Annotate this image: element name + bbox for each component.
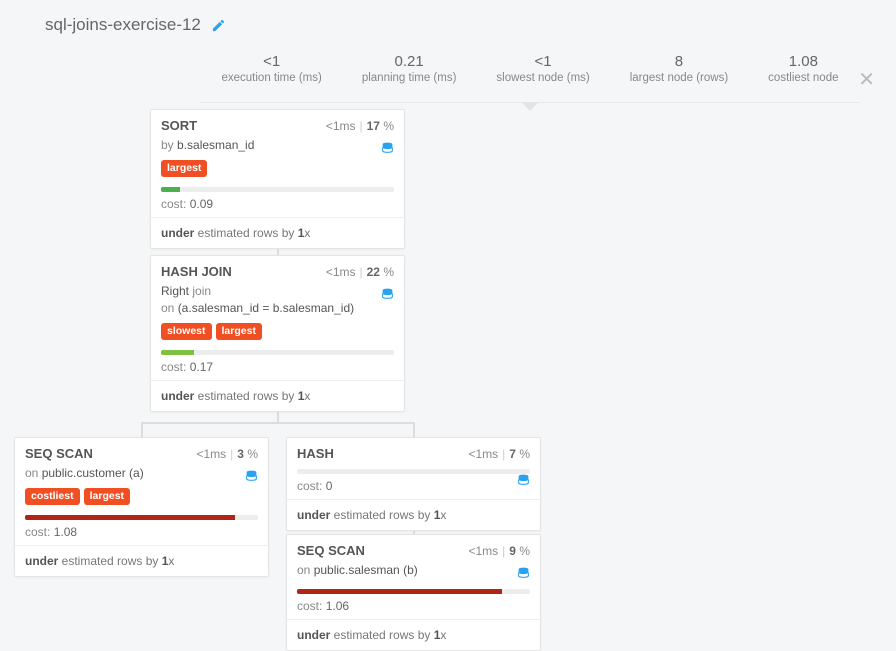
cost-bar [161, 350, 394, 355]
node-desc: Right join on (a.salesman_id = b.salesma… [161, 283, 394, 317]
node-desc: by b.salesman_id [161, 137, 394, 154]
stat-largest-node: 8 largest node (rows) [630, 53, 728, 84]
cost-bar [297, 589, 530, 594]
node-desc: on public.customer (a) [25, 465, 258, 482]
connector [413, 422, 415, 438]
page-header: sql-joins-exercise-12 [0, 0, 896, 45]
node-op: HASH [297, 446, 334, 461]
database-icon [381, 287, 394, 301]
stat-costliest-node: 1.08 costliest node [768, 53, 838, 84]
plan-node-hash[interactable]: HASH <1ms|7 % cost: 0 under estimated ro… [286, 437, 541, 531]
cost-row: cost: 1.06 [297, 599, 530, 613]
node-op: HASH JOIN [161, 264, 232, 279]
stat-planning-time: 0.21 planning time (ms) [362, 53, 457, 84]
node-foot: under estimated rows by 1x [287, 619, 540, 650]
cost-bar [25, 515, 258, 520]
node-op: SEQ SCAN [297, 543, 365, 558]
database-icon [517, 473, 530, 487]
stat-slowest-node: <1 slowest node (ms) [496, 53, 589, 84]
node-foot: under estimated rows by 1x [287, 499, 540, 530]
database-icon [517, 566, 530, 580]
edit-icon[interactable] [211, 18, 226, 33]
stats-bar: <1 execution time (ms) 0.21 planning tim… [200, 45, 860, 103]
connector [141, 422, 143, 438]
plan-node-sort[interactable]: SORT <1ms|17 % by b.salesman_id largest … [150, 109, 405, 249]
node-time: <1ms|7 % [468, 447, 530, 461]
node-op: SEQ SCAN [25, 446, 93, 461]
node-time: <1ms|22 % [326, 265, 394, 279]
tag-largest: largest [84, 488, 130, 505]
node-foot: under estimated rows by 1x [15, 545, 268, 576]
node-time: <1ms|17 % [326, 119, 394, 133]
stat-execution-time: <1 execution time (ms) [221, 53, 321, 84]
node-time: <1ms|9 % [468, 544, 530, 558]
node-op: SORT [161, 118, 197, 133]
plan-node-seqscan-salesman[interactable]: SEQ SCAN <1ms|9 % on public.salesman (b)… [286, 534, 541, 651]
cost-row: cost: 0.17 [161, 360, 394, 374]
database-icon [245, 469, 258, 483]
node-foot: under estimated rows by 1x [151, 380, 404, 411]
tag-costliest: costliest [25, 488, 80, 505]
tag-slowest: slowest [161, 323, 212, 340]
cost-bar [297, 469, 530, 474]
plan-node-hash-join[interactable]: HASH JOIN <1ms|22 % Right join on (a.sal… [150, 255, 405, 412]
node-foot: under estimated rows by 1x [151, 217, 404, 248]
cost-row: cost: 0.09 [161, 197, 394, 211]
database-icon [381, 141, 394, 155]
node-desc: on public.salesman (b) [297, 562, 530, 579]
close-icon[interactable]: ✕ [858, 67, 875, 92]
connector [141, 422, 413, 424]
cost-row: cost: 1.08 [25, 525, 258, 539]
plan-tree: SORT <1ms|17 % by b.salesman_id largest … [0, 103, 896, 117]
node-time: <1ms|3 % [196, 447, 258, 461]
cost-row: cost: 0 [297, 479, 530, 493]
tag-largest: largest [161, 160, 207, 177]
plan-node-seqscan-customer[interactable]: SEQ SCAN <1ms|3 % on public.customer (a)… [14, 437, 269, 577]
tag-largest: largest [216, 323, 262, 340]
page-title: sql-joins-exercise-12 [45, 15, 201, 35]
cost-bar [161, 187, 394, 192]
